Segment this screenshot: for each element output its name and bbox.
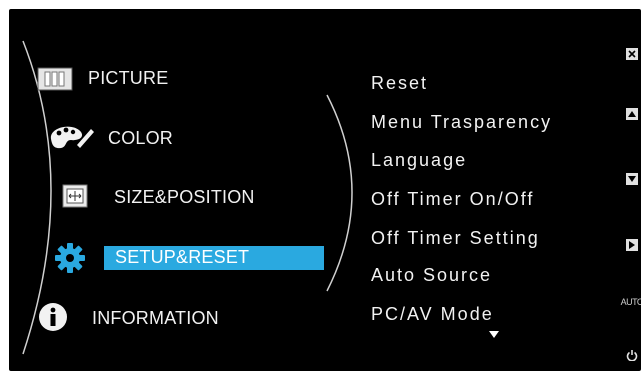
category-picture[interactable]: PICTURE	[9, 64, 309, 92]
category-information[interactable]: INFORMATION	[9, 300, 309, 334]
category-label: INFORMATION	[92, 308, 219, 328]
category-label: PICTURE	[88, 68, 169, 88]
submenu-item-language[interactable]: Language	[371, 150, 467, 171]
category-label: SETUP&RESET	[115, 247, 250, 267]
submenu-item-pc-av-mode[interactable]: PC/AV Mode	[371, 304, 494, 325]
info-icon	[38, 302, 68, 332]
submenu-item-auto-source[interactable]: Auto Source	[371, 265, 492, 286]
submenu-item-reset[interactable]: Reset	[371, 73, 428, 94]
submenu-item-off-timer-setting[interactable]: Off Timer Setting	[371, 228, 540, 249]
close-icon[interactable]	[623, 44, 641, 64]
picture-icon	[37, 66, 73, 92]
category-label: COLOR	[108, 128, 174, 148]
submenu-item-menu-transparency[interactable]: Menu Trasparency	[371, 112, 552, 133]
auto-label: AUTO	[620, 297, 641, 307]
scroll-down-icon	[489, 331, 499, 338]
submenu-item-off-timer-on-off[interactable]: Off Timer On/Off	[371, 189, 534, 210]
category-color[interactable]: COLOR	[9, 123, 309, 153]
osd-menu: PICTURE COLOR SIZE&POSITION SETUP&RESET …	[9, 9, 641, 371]
up-icon[interactable]	[623, 104, 641, 124]
power-icon[interactable]	[623, 345, 641, 365]
auto-icon[interactable]: AUTO	[620, 292, 641, 312]
category-size-position[interactable]: SIZE&POSITION	[9, 183, 309, 211]
gear-icon	[53, 241, 87, 275]
down-icon[interactable]	[623, 169, 641, 189]
palette-icon	[47, 123, 97, 153]
enter-icon[interactable]	[623, 235, 641, 255]
category-label: SIZE&POSITION	[114, 187, 255, 207]
size-position-icon	[62, 184, 88, 208]
